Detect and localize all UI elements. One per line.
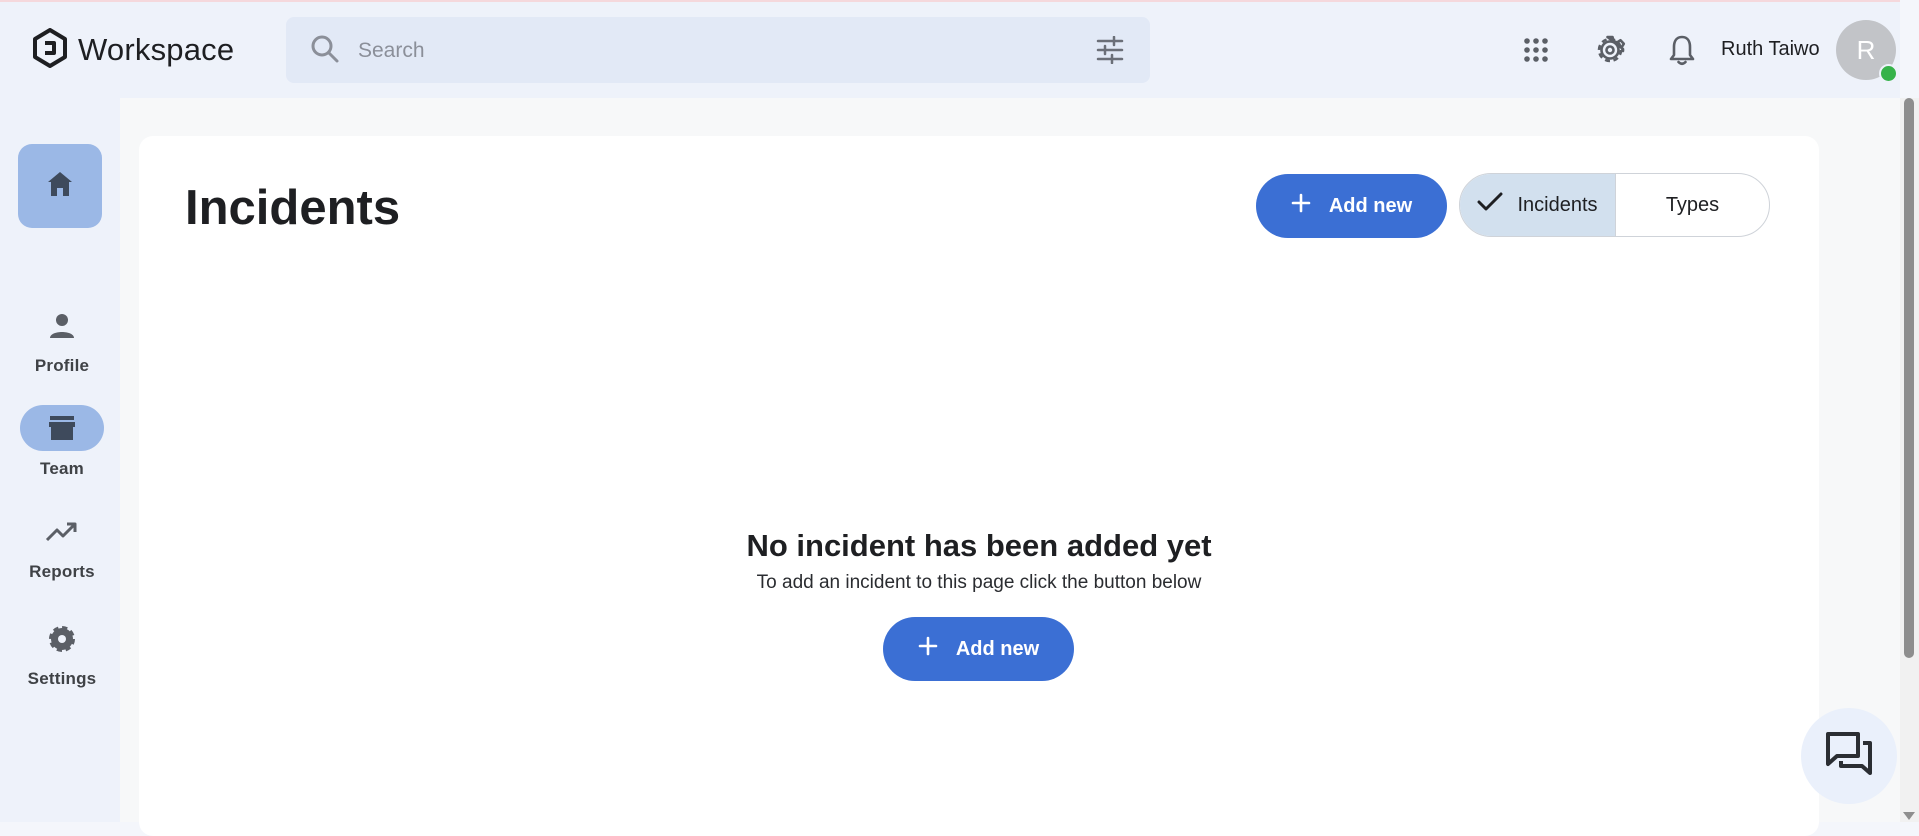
trending-up-icon: [0, 510, 124, 554]
search-input[interactable]: [356, 31, 1060, 71]
sidebar-item-home[interactable]: [18, 144, 102, 228]
sidebar-item-label: Profile: [34, 356, 90, 375]
sidebar-item-label: Settings: [27, 669, 97, 688]
user-name[interactable]: Ruth Taiwo: [1721, 38, 1820, 61]
empty-state-title: No incident has been added yet: [746, 528, 1212, 563]
chat-button[interactable]: [1801, 708, 1897, 804]
sidebar-item-settings[interactable]: Settings: [0, 617, 124, 689]
top-bar: Workspace Search Ruth Taiwo R: [0, 0, 1900, 98]
home-icon: [45, 169, 75, 204]
tab-incidents-label: Incidents: [1517, 193, 1598, 216]
page-title: Incidents: [185, 181, 401, 235]
add-new-button[interactable]: Add new: [1256, 174, 1447, 238]
check-icon: [1477, 191, 1503, 219]
gear-icon: [0, 617, 124, 661]
sidebar-item-team[interactable]: Team: [0, 405, 124, 479]
chat-icon: [1825, 731, 1873, 782]
empty-state-subtitle: To add an incident to this page click th…: [756, 572, 1202, 593]
search-bar: [286, 17, 1150, 83]
sidebar-item-reports[interactable]: Reports: [0, 510, 124, 582]
gear-icon[interactable]: [1590, 30, 1630, 70]
view-toggle: Incidents Types: [1459, 173, 1770, 237]
scroll-down-arrow-icon[interactable]: [1903, 812, 1915, 820]
brand[interactable]: Workspace: [32, 27, 235, 73]
plus-icon: [918, 636, 938, 662]
sidebar-item-profile[interactable]: Profile: [0, 304, 124, 376]
search-icon: [310, 34, 340, 69]
tab-incidents[interactable]: Incidents: [1460, 174, 1616, 236]
sidebar: Profile Team Reports Settings: [0, 98, 120, 822]
add-new-label: Add new: [1328, 194, 1413, 217]
filter-icon[interactable]: [1096, 35, 1124, 69]
sidebar-item-label: Reports: [29, 562, 95, 581]
sidebar-item-label: Team: [40, 459, 84, 478]
person-icon: [0, 304, 124, 348]
bell-icon[interactable]: [1662, 30, 1702, 70]
tab-types[interactable]: Types: [1616, 174, 1769, 236]
empty-add-new-label: Add new: [955, 637, 1040, 660]
scrollbar-thumb[interactable]: [1904, 98, 1914, 658]
avatar-initial: R: [1856, 34, 1876, 65]
incidents-card: Incidents Add new Incidents Types No inc…: [139, 136, 1819, 836]
online-status-dot: [1879, 64, 1898, 83]
apps-grid-icon[interactable]: [1516, 30, 1556, 70]
store-icon: [20, 405, 104, 451]
empty-add-new-button[interactable]: Add new: [883, 617, 1074, 681]
app-title: Workspace: [78, 32, 235, 67]
tab-types-label: Types: [1665, 193, 1720, 216]
plus-icon: [1291, 193, 1311, 219]
workspace-logo-icon: [32, 27, 68, 73]
